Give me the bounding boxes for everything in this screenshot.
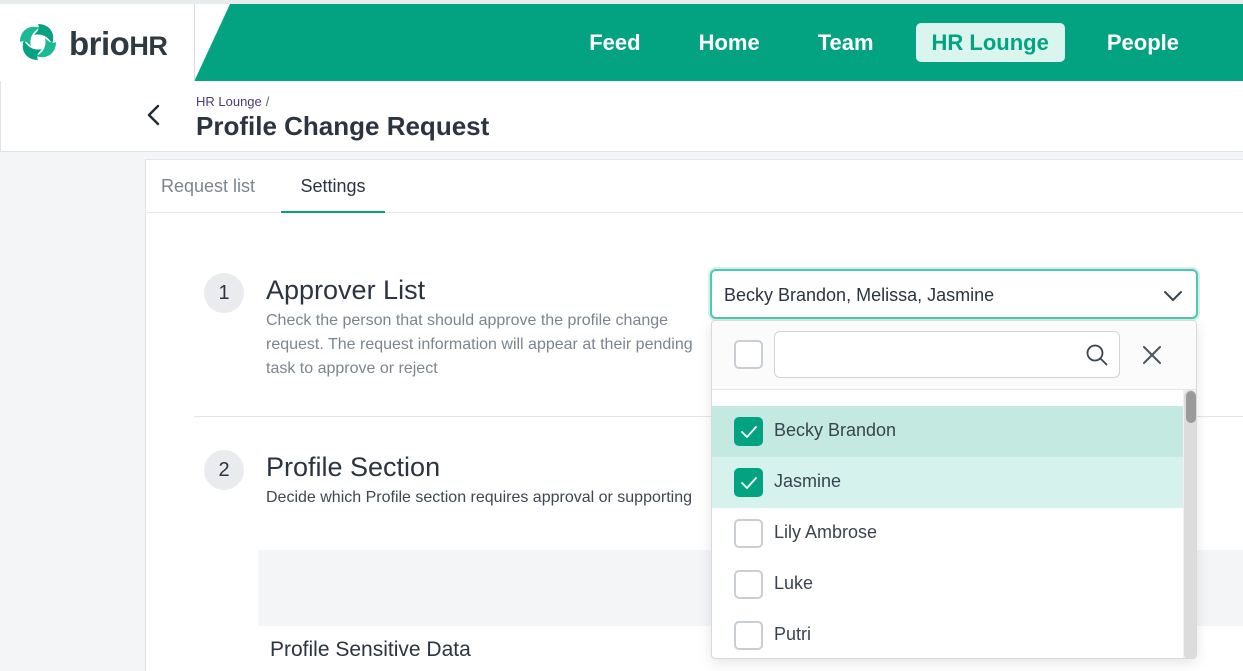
option-checkbox[interactable] — [734, 519, 763, 548]
option-checkbox[interactable] — [734, 570, 763, 599]
check-icon — [741, 477, 757, 489]
step-number-1: 1 — [204, 273, 244, 313]
main-nav: Feed Home Team HR Lounge People — [547, 22, 1195, 62]
breadcrumb: HR Lounge / — [196, 94, 269, 109]
brand-name: brioHR — [69, 25, 168, 62]
approver-option-luke[interactable]: Luke — [712, 559, 1183, 610]
approver-select-value: Becky Brandon, Melissa, Jasmine — [724, 285, 995, 305]
approver-option-becky-brandon[interactable]: Becky Brandon — [712, 406, 1183, 457]
breadcrumb-separator: / — [265, 94, 270, 109]
option-label: Jasmine — [774, 471, 842, 491]
step-number-2: 2 — [204, 450, 244, 490]
page-header: HR Lounge / Profile Change Request — [0, 81, 1243, 152]
approver-select[interactable]: Becky Brandon, Melissa, Jasmine — [710, 269, 1198, 319]
tab-settings[interactable]: Settings — [281, 160, 385, 213]
chevron-down-icon — [1164, 291, 1182, 301]
breadcrumb-link-hr-lounge[interactable]: HR Lounge — [196, 94, 262, 109]
option-label: Luke — [774, 573, 814, 593]
section-title-approver-list: Approver List — [266, 275, 426, 305]
option-label: Becky Brandon — [774, 420, 897, 440]
option-label: Lily Ambrose — [774, 522, 878, 542]
tab-request-list[interactable]: Request list — [161, 160, 255, 213]
select-all-checkbox[interactable] — [734, 340, 763, 369]
scrollbar-track — [1184, 390, 1196, 658]
dropdown-scrollbar[interactable] — [1183, 390, 1196, 658]
option-checkbox[interactable] — [734, 621, 763, 650]
approver-option-jasmine[interactable]: Jasmine — [712, 457, 1183, 508]
section-desc-approver-list: Check the person that should approve the… — [266, 312, 693, 377]
nav-feed[interactable]: Feed — [573, 23, 656, 62]
section-desc-profile-section: Decide which Profile section requires ap… — [266, 489, 692, 506]
approver-option-putri[interactable]: Putri — [712, 610, 1183, 658]
nav-hr-lounge[interactable]: HR Lounge — [915, 22, 1065, 62]
option-checkbox-checked[interactable] — [734, 417, 763, 446]
section-title-profile-section: Profile Section — [266, 452, 441, 482]
brio-logo-icon — [20, 24, 56, 60]
option-label: Putri — [774, 624, 812, 644]
top-navbar: brioHR Feed Home Team HR Lounge People — [0, 0, 1243, 81]
approver-search-input[interactable] — [774, 331, 1120, 378]
nav-home[interactable]: Home — [683, 23, 776, 62]
dropdown-header — [712, 321, 1196, 390]
approver-dropdown: Becky Brandon Jasmine Lily Ambrose Luke … — [711, 320, 1197, 659]
search-icon — [1086, 344, 1108, 366]
approver-option-lily-ambrose[interactable]: Lily Ambrose — [712, 508, 1183, 559]
scrollbar-thumb[interactable] — [1186, 391, 1196, 423]
check-icon — [741, 426, 757, 438]
close-icon[interactable] — [1140, 343, 1164, 367]
option-checkbox-checked[interactable] — [734, 468, 763, 497]
logo-divider — [194, 4, 195, 81]
tab-bar: Request list Settings — [146, 160, 1243, 213]
nav-people[interactable]: People — [1091, 23, 1195, 62]
nav-team[interactable]: Team — [802, 23, 890, 62]
back-arrow-icon[interactable] — [141, 101, 169, 129]
page-title: Profile Change Request — [196, 111, 490, 141]
logo-area: brioHR — [0, 4, 230, 81]
profile-sensitive-data-label: Profile Sensitive Data — [270, 638, 471, 661]
